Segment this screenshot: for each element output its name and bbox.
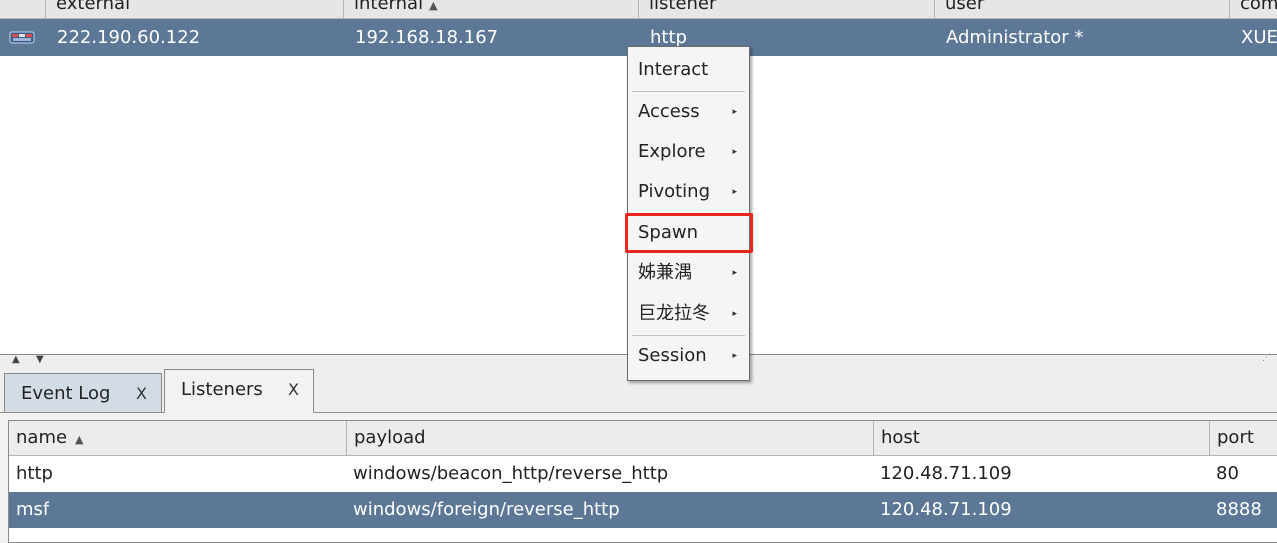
menu-item-explore[interactable]: Explore ▸	[628, 133, 749, 171]
tab-listeners[interactable]: Listeners X	[164, 369, 314, 413]
submenu-arrow-icon: ▸	[732, 351, 737, 361]
column-header-name[interactable]: name ▲	[9, 421, 346, 455]
beacons-table-header: external internal ▲ listener user com	[0, 0, 1277, 19]
column-header-payload[interactable]: payload	[346, 421, 873, 455]
menu-item-custom-2[interactable]: 巨龙拉冬 ▸	[628, 295, 749, 333]
beacon-computer: XUE	[1241, 27, 1277, 48]
beacon-user: Administrator *	[946, 27, 1084, 48]
close-tab-icon[interactable]: X	[136, 374, 147, 414]
menu-item-session[interactable]: Session ▸	[628, 337, 749, 375]
listener-port: 8888	[1216, 499, 1262, 520]
beacon-external-ip: 222.190.60.122	[57, 27, 201, 48]
listener-row-http[interactable]: http windows/beacon_http/reverse_http 12…	[9, 456, 1277, 492]
listeners-table: name ▲ payload host port http windows/bea…	[8, 420, 1277, 543]
menu-item-custom-1[interactable]: 姊兼湡 ▸	[628, 254, 749, 292]
menu-separator	[632, 335, 745, 336]
tab-listeners-label: Listeners	[181, 379, 263, 400]
listeners-table-header: name ▲ payload host port	[9, 421, 1277, 456]
close-tab-icon[interactable]: X	[288, 370, 299, 410]
beacon-context-menu: Interact Access ▸ Explore ▸ Pivoting ▸ S…	[627, 46, 750, 381]
submenu-arrow-icon: ▸	[732, 309, 737, 319]
listener-host: 120.48.71.109	[880, 499, 1012, 520]
listener-payload: windows/foreign/reverse_http	[353, 499, 620, 520]
listener-payload: windows/beacon_http/reverse_http	[353, 463, 669, 484]
listener-host: 120.48.71.109	[880, 463, 1012, 484]
menu-item-interact[interactable]: Interact	[628, 51, 749, 89]
submenu-arrow-icon: ▸	[732, 147, 737, 157]
beacon-internal-ip: 192.168.18.167	[355, 27, 499, 48]
listener-port: 80	[1216, 463, 1239, 484]
tab-event-log[interactable]: Event Log X	[4, 373, 162, 413]
collapse-up-icon[interactable]: ▲	[12, 354, 20, 365]
column-header-host[interactable]: host	[873, 421, 1209, 455]
column-header-external[interactable]: external	[45, 0, 339, 18]
collapse-down-icon[interactable]: ▼	[36, 354, 44, 365]
column-header-computer[interactable]: com	[1229, 0, 1277, 18]
tab-event-log-label: Event Log	[21, 383, 111, 404]
submenu-arrow-icon: ▸	[732, 187, 737, 197]
column-header-internal[interactable]: internal ▲	[343, 0, 637, 18]
listeners-panel: name ▲ payload host port http windows/bea…	[0, 412, 1277, 543]
menu-item-access[interactable]: Access ▸	[628, 93, 749, 131]
menu-item-pivoting[interactable]: Pivoting ▸	[628, 173, 749, 211]
listener-name: msf	[16, 499, 50, 520]
resize-grip-icon: ⋰	[1262, 353, 1271, 363]
menu-item-spawn[interactable]: Spawn	[628, 214, 749, 252]
menu-separator	[632, 91, 745, 92]
sort-ascending-icon: ▲	[75, 433, 84, 446]
listener-row-msf[interactable]: msf windows/foreign/reverse_http 120.48.…	[9, 492, 1277, 528]
listener-name: http	[16, 463, 53, 484]
column-header-listener[interactable]: listener	[638, 0, 932, 18]
submenu-arrow-icon: ▸	[732, 268, 737, 278]
sort-ascending-icon: ▲	[429, 0, 438, 12]
column-header-port[interactable]: port	[1209, 421, 1277, 455]
submenu-arrow-icon: ▸	[732, 107, 737, 117]
column-header-user[interactable]: user	[934, 0, 1228, 18]
beacon-session-icon	[9, 31, 35, 44]
